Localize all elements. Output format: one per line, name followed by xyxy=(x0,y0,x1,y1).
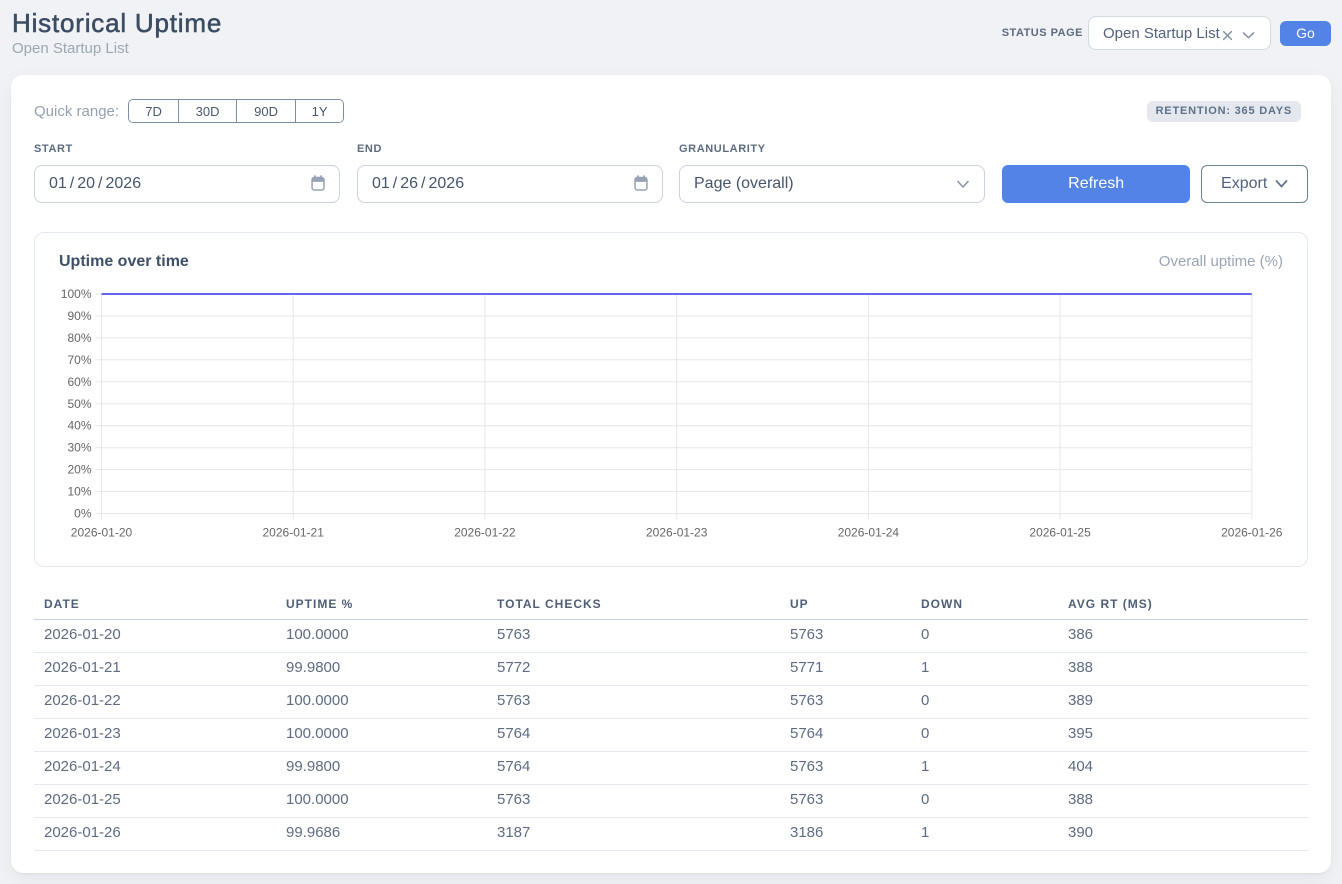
svg-text:2026-01-24: 2026-01-24 xyxy=(838,526,900,540)
svg-text:2026-01-26: 2026-01-26 xyxy=(1221,526,1283,540)
svg-text:30%: 30% xyxy=(67,441,91,455)
svg-text:2026-01-20: 2026-01-20 xyxy=(71,526,133,540)
svg-text:2026-01-22: 2026-01-22 xyxy=(454,526,516,540)
svg-text:2026-01-23: 2026-01-23 xyxy=(646,526,708,540)
svg-text:100%: 100% xyxy=(61,287,92,301)
svg-text:10%: 10% xyxy=(67,485,91,499)
svg-text:2026-01-25: 2026-01-25 xyxy=(1029,526,1091,540)
svg-text:70%: 70% xyxy=(67,353,91,367)
svg-text:2026-01-21: 2026-01-21 xyxy=(263,526,325,540)
svg-text:20%: 20% xyxy=(67,463,91,477)
svg-text:60%: 60% xyxy=(67,375,91,389)
svg-text:50%: 50% xyxy=(67,397,91,411)
svg-text:0%: 0% xyxy=(74,507,92,521)
svg-text:40%: 40% xyxy=(67,419,91,433)
svg-text:90%: 90% xyxy=(67,309,91,323)
svg-text:80%: 80% xyxy=(67,331,91,345)
